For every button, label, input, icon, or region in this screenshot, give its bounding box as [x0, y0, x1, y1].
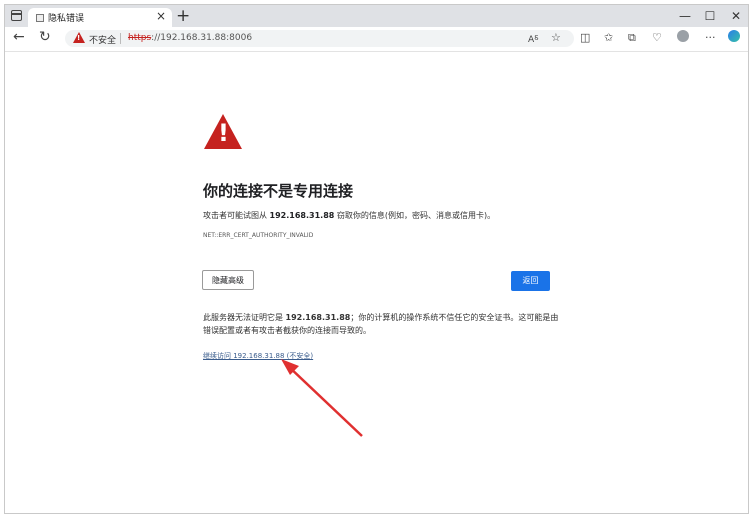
url-host: ://192.168.31.88:8006 [151, 33, 253, 43]
copilot-icon[interactable] [728, 30, 740, 42]
tab-privacy-error[interactable]: 隐私错误 × [28, 8, 172, 27]
tab-favicon-icon [36, 14, 44, 22]
browser-window: 隐私错误 × + — ☐ ✕ ← ↻ 不安全 https://192.168.3… [4, 4, 749, 514]
collections-icon[interactable]: ⧉ [628, 31, 636, 45]
tab-close-icon[interactable]: × [156, 9, 166, 23]
tab-bar: 隐私错误 × + — ☐ ✕ [5, 5, 748, 27]
refresh-icon[interactable]: ↻ [39, 29, 51, 45]
toolbar: ← ↻ 不安全 https://192.168.31.88:8006 A⸹ ☆ … [5, 27, 748, 52]
profile-icon[interactable] [677, 30, 689, 42]
favorite-add-icon[interactable]: ☆ [551, 31, 561, 44]
annotation-arrow-icon [281, 359, 363, 437]
address-bar[interactable]: 不安全 https://192.168.31.88:8006 A⸹ ☆ [65, 30, 574, 47]
back-icon[interactable]: ← [13, 29, 25, 45]
not-secure-warning-icon[interactable] [73, 32, 85, 43]
close-window-icon[interactable]: ✕ [721, 5, 748, 27]
url-text[interactable]: https://192.168.31.88:8006 [128, 33, 252, 43]
address-divider [120, 33, 121, 44]
browser-essentials-icon[interactable]: ♡ [652, 31, 662, 44]
error-page: 你的连接不是专用连接 攻击者可能试图从 192.168.31.88 窃取你的信息… [5, 52, 748, 513]
read-aloud-icon[interactable]: A⸹ [528, 32, 539, 45]
url-scheme: https [128, 33, 152, 43]
new-tab-icon[interactable]: + [176, 5, 190, 27]
split-screen-icon[interactable]: ◫ [580, 31, 590, 44]
tab-actions-icon[interactable] [11, 10, 22, 21]
more-icon[interactable]: ··· [705, 31, 716, 44]
favorites-icon[interactable]: ✩ [604, 31, 613, 44]
arrow-shaft [286, 364, 363, 437]
tab-title: 隐私错误 [48, 14, 85, 24]
security-status-label[interactable]: 不安全 [89, 33, 116, 46]
